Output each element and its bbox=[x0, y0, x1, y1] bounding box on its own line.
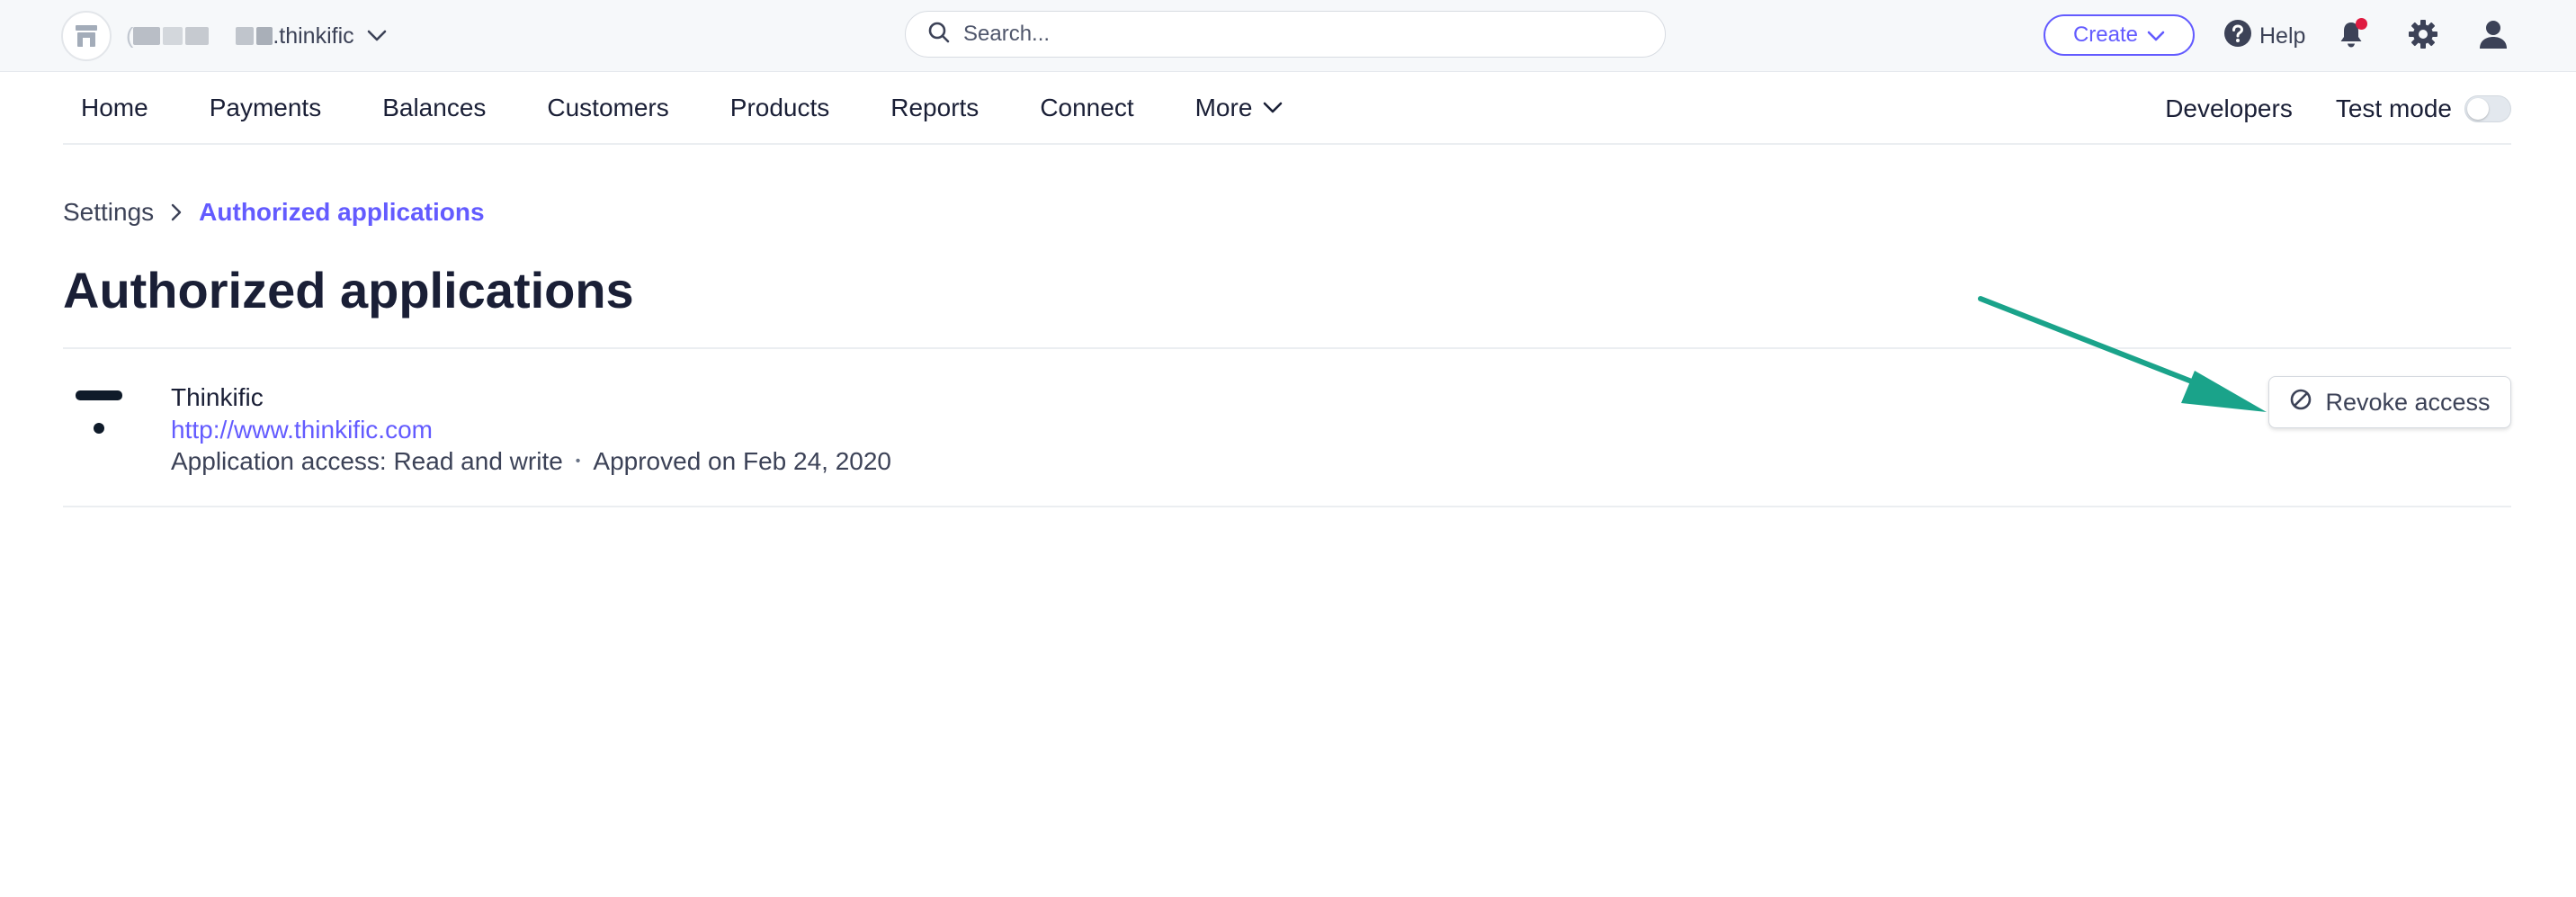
account-switcher[interactable]: ( .thinkific bbox=[61, 11, 387, 61]
nav-item-more[interactable]: More bbox=[1195, 94, 1301, 122]
help-link[interactable]: Help bbox=[2223, 18, 2305, 54]
gear-icon bbox=[2408, 19, 2438, 54]
meta-separator: • bbox=[575, 453, 581, 469]
page-title: Authorized applications bbox=[63, 262, 634, 318]
top-bar: ( .thinkific Create Help bbox=[0, 0, 2576, 72]
application-access: Application access: Read and write bbox=[171, 447, 563, 475]
nav-item-payments[interactable]: Payments bbox=[210, 94, 340, 122]
question-circle-icon bbox=[2223, 19, 2252, 54]
chevron-down-icon bbox=[1263, 102, 1283, 114]
redacted-block bbox=[185, 27, 210, 45]
application-approved-date: Approved on Feb 24, 2020 bbox=[593, 447, 891, 475]
nav-item-customers[interactable]: Customers bbox=[547, 94, 686, 122]
revoke-access-label: Revoke access bbox=[2325, 388, 2491, 416]
test-mode-control: Test mode bbox=[2336, 94, 2511, 123]
search-icon bbox=[927, 21, 951, 49]
test-mode-label: Test mode bbox=[2335, 94, 2452, 122]
logo-bar bbox=[76, 390, 122, 400]
annotation-arrow bbox=[1978, 296, 2267, 412]
nav-item-connect[interactable]: Connect bbox=[1040, 94, 1151, 122]
nav-item-products[interactable]: Products bbox=[730, 94, 848, 122]
thinkific-logo-icon bbox=[76, 390, 122, 437]
storefront-icon bbox=[61, 11, 112, 61]
logo-dot bbox=[94, 423, 104, 434]
revoke-access-button[interactable]: Revoke access bbox=[2268, 376, 2511, 428]
nav-right: Developers Test mode bbox=[2165, 73, 2511, 145]
account-name-prefix: ( bbox=[126, 22, 134, 49]
redacted-block bbox=[133, 27, 161, 45]
application-url[interactable]: http://www.thinkific.com bbox=[171, 414, 891, 446]
cancel-circle-icon bbox=[2289, 388, 2312, 417]
redacted-block bbox=[256, 27, 273, 45]
nav-item-home[interactable]: Home bbox=[81, 94, 166, 122]
breadcrumb-settings[interactable]: Settings bbox=[63, 198, 154, 227]
chevron-down-icon bbox=[367, 30, 387, 42]
create-button-label: Create bbox=[2072, 22, 2139, 47]
test-mode-toggle[interactable] bbox=[2464, 95, 2511, 122]
settings-button[interactable] bbox=[2403, 16, 2443, 56]
chevron-down-icon bbox=[2147, 22, 2165, 48]
breadcrumb: Settings Authorized applications bbox=[63, 198, 485, 227]
profile-button[interactable] bbox=[2473, 16, 2513, 56]
search-bar[interactable] bbox=[905, 11, 1666, 58]
search-input[interactable] bbox=[963, 22, 1647, 47]
create-button[interactable]: Create bbox=[2044, 14, 2195, 56]
nav-item-reports[interactable]: Reports bbox=[890, 94, 997, 122]
redacted-block bbox=[163, 27, 183, 45]
breadcrumb-current: Authorized applications bbox=[199, 198, 485, 226]
nav-item-balances[interactable]: Balances bbox=[382, 94, 504, 122]
application-name: Thinkific bbox=[171, 383, 264, 411]
help-label: Help bbox=[2259, 22, 2306, 49]
nav-item-more-label: More bbox=[1194, 94, 1253, 121]
developers-link[interactable]: Developers bbox=[2165, 94, 2293, 123]
notification-badge bbox=[2356, 18, 2367, 30]
notifications-button[interactable] bbox=[2331, 16, 2371, 56]
person-icon bbox=[2478, 19, 2509, 54]
redacted-block bbox=[236, 27, 255, 45]
account-name-suffix: .thinkific bbox=[273, 22, 354, 49]
main-nav: Home Payments Balances Customers Product… bbox=[63, 73, 2511, 145]
application-info: Thinkific http://www.thinkific.com Appli… bbox=[171, 381, 891, 477]
application-meta: Application access: Read and write • App… bbox=[171, 446, 891, 477]
chevron-right-icon bbox=[170, 202, 183, 222]
toggle-knob bbox=[2467, 98, 2489, 120]
account-name[interactable]: ( .thinkific bbox=[126, 23, 387, 49]
